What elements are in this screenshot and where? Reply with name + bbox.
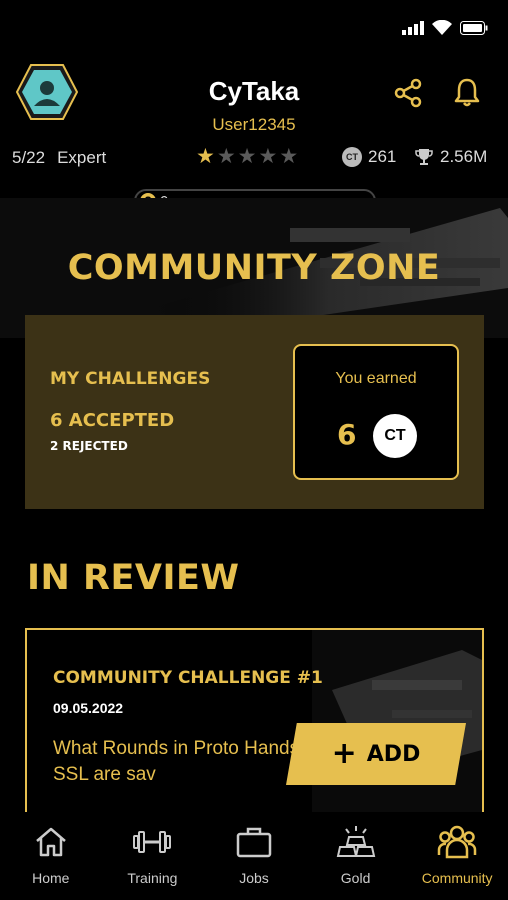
my-challenges-panel[interactable]: MY CHALLENGES 6 ACCEPTED 2 REJECTED You … bbox=[25, 315, 484, 509]
star-icon: ★ bbox=[216, 145, 236, 168]
coin-icon: CT bbox=[342, 147, 362, 167]
in-review-title: IN REVIEW bbox=[27, 558, 240, 598]
battery-icon bbox=[460, 20, 488, 35]
trophy-count: 2.56M bbox=[440, 147, 488, 166]
trophy-icon bbox=[415, 149, 433, 165]
my-challenges-title: MY CHALLENGES bbox=[50, 369, 211, 389]
rank-text: 5/22 bbox=[12, 148, 46, 167]
level-info: 5/22 Expert bbox=[12, 148, 106, 168]
nav-label-gold: Gold bbox=[340, 870, 371, 886]
briefcase-icon bbox=[234, 824, 274, 860]
star-icon: ★ bbox=[237, 145, 257, 168]
coin-balance: CT 261 bbox=[342, 147, 396, 167]
nav-label-community: Community bbox=[421, 870, 493, 886]
nav-item-community[interactable]: Community bbox=[406, 812, 508, 900]
star-icon: ★ bbox=[279, 145, 299, 168]
add-button-label: ADD bbox=[366, 741, 421, 767]
rejected-count: 2 REJECTED bbox=[50, 439, 128, 453]
username: CyTaka bbox=[208, 76, 300, 106]
home-icon bbox=[31, 824, 71, 860]
dumbbell-icon bbox=[132, 824, 172, 860]
star-icon: ★ bbox=[258, 145, 278, 168]
plus-icon: + bbox=[331, 736, 357, 771]
coin-count: 261 bbox=[368, 147, 397, 166]
level-text: Expert bbox=[57, 148, 107, 167]
notifications-button[interactable] bbox=[451, 76, 483, 108]
bottom-navigation: Home Training Jobs Gold Community bbox=[0, 812, 508, 900]
wifi-icon bbox=[432, 20, 452, 35]
star-rating: ★ ★ ★ ★ ★ bbox=[196, 145, 298, 169]
nav-label-jobs: Jobs bbox=[239, 870, 269, 886]
ct-coin-icon: CT bbox=[373, 414, 417, 458]
user-id: User12345 bbox=[212, 115, 296, 134]
nav-label-home: Home bbox=[32, 870, 70, 886]
gold-icon bbox=[336, 824, 376, 860]
share-button[interactable] bbox=[393, 78, 423, 108]
signal-icon bbox=[402, 20, 424, 35]
community-icon bbox=[437, 824, 477, 860]
community-zone-title: COMMUNITY ZONE bbox=[67, 248, 441, 288]
add-button[interactable]: + ADD bbox=[286, 723, 466, 785]
nav-item-jobs[interactable]: Jobs bbox=[203, 812, 305, 900]
bell-icon bbox=[454, 78, 480, 107]
nav-item-home[interactable]: Home bbox=[0, 812, 102, 900]
accepted-count: 6 ACCEPTED bbox=[50, 410, 175, 431]
challenge-title: COMMUNITY CHALLENGE #1 bbox=[53, 668, 323, 688]
trophy-score: 2.56M bbox=[414, 147, 487, 167]
challenge-date: 09.05.2022 bbox=[53, 700, 124, 716]
star-icon: ★ bbox=[196, 145, 215, 168]
share-icon bbox=[394, 78, 422, 108]
nav-item-training[interactable]: Training bbox=[102, 812, 204, 900]
earned-box: You earned 6 CT bbox=[293, 344, 459, 480]
nav-item-gold[interactable]: Gold bbox=[305, 812, 407, 900]
earned-value: 6 bbox=[337, 418, 357, 451]
nav-label-training: Training bbox=[127, 870, 178, 886]
earned-label: You earned bbox=[335, 370, 417, 387]
status-bar bbox=[0, 0, 508, 56]
